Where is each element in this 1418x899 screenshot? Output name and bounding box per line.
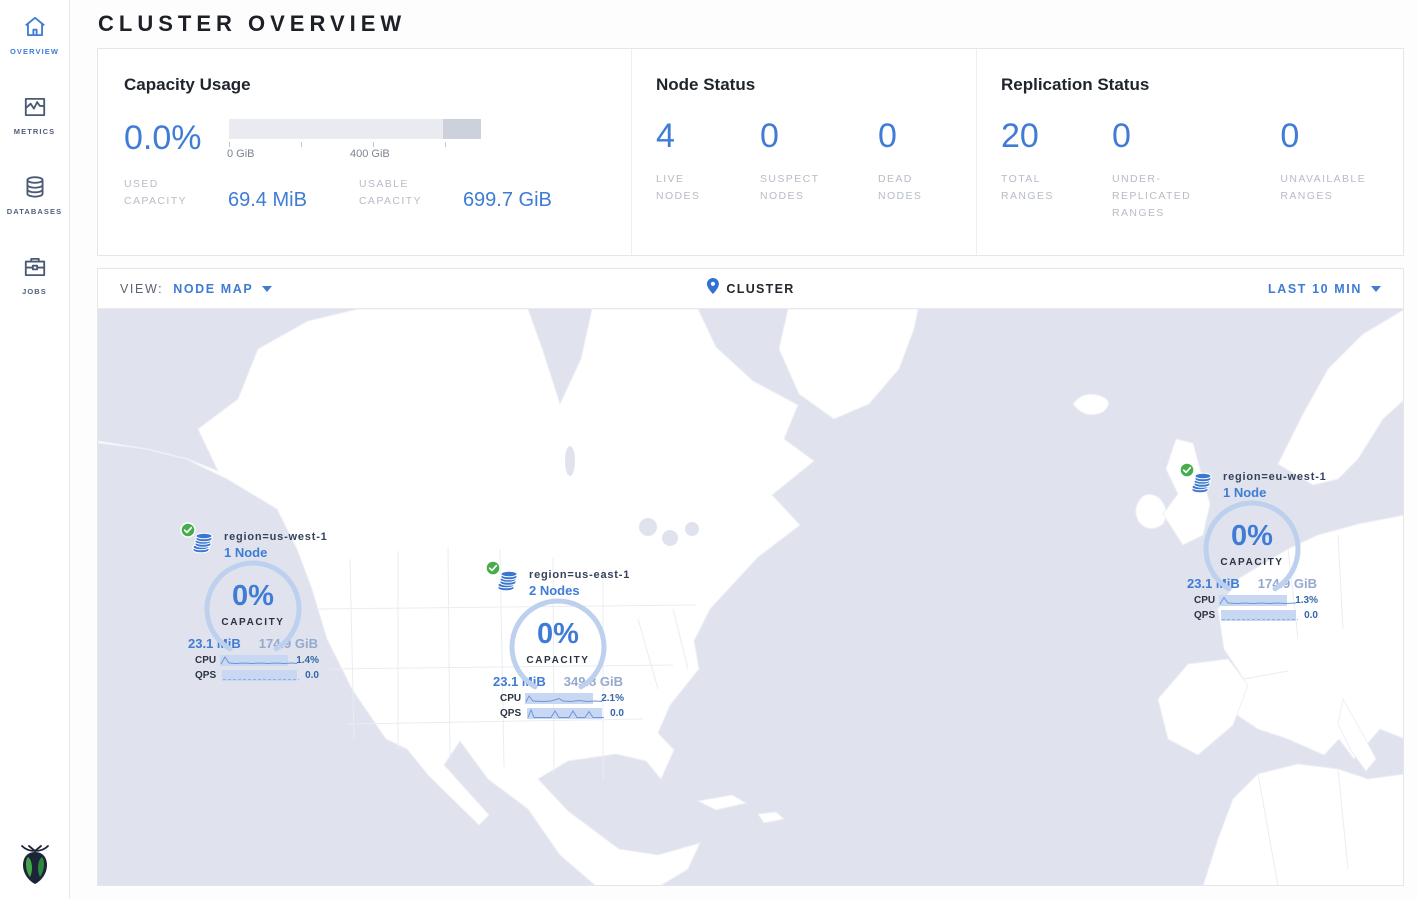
map-node-us-east-1[interactable]: region=us-east-1 2 Nodes 0% CAPACITY 23.… xyxy=(492,569,624,719)
home-icon xyxy=(21,13,49,41)
qps-sparkline xyxy=(1221,610,1296,621)
qps-sparkline xyxy=(222,670,297,681)
capacity-usage-section: Capacity Usage 0.0% 0 GiB 400 GiB xyxy=(98,49,631,255)
cpu-sparkline xyxy=(1219,595,1288,606)
qps-metric-row: QPS 0.0 xyxy=(500,708,624,719)
map-node-eu-west-1[interactable]: region=eu-west-1 1 Node 0% CAPACITY 23.1… xyxy=(1186,471,1318,621)
node-region-label: region=eu-west-1 xyxy=(1223,471,1327,483)
node-database-icon xyxy=(494,569,522,597)
used-capacity-value: 69.4 MiB xyxy=(228,189,307,212)
capacity-bar: 0 GiB 400 GiB xyxy=(229,119,481,162)
location-pin-icon xyxy=(706,278,718,299)
node-status-title: Node Status xyxy=(656,75,950,95)
metrics-chart-icon xyxy=(21,93,49,121)
node-healthy-check-icon xyxy=(1179,462,1195,483)
sidebar-item-jobs[interactable]: JOBS xyxy=(0,240,69,306)
capacity-gauge: 0% CAPACITY xyxy=(1200,497,1304,593)
cpu-sparkline xyxy=(525,693,594,704)
node-database-icon xyxy=(1188,471,1216,499)
node-healthy-check-icon xyxy=(485,560,501,581)
time-range-selector[interactable]: LAST 10 MIN xyxy=(1268,282,1381,296)
cpu-value: 1.4% xyxy=(296,655,319,666)
sidebar-item-label: JOBS xyxy=(22,287,47,296)
gauge-capacity-label: CAPACITY xyxy=(201,617,305,628)
dead-nodes-stat: 0 DEAD NODES xyxy=(878,119,950,205)
under-replicated-ranges-stat: 0 UNDER-REPLICATED RANGES xyxy=(1112,119,1236,221)
gauge-percent: 0% xyxy=(201,580,305,613)
used-capacity-label: USED CAPACITY xyxy=(124,176,216,210)
sidebar-item-databases[interactable]: DATABASES xyxy=(0,160,69,226)
qps-metric-row: QPS 0.0 xyxy=(1194,610,1318,621)
sidebar-item-metrics[interactable]: METRICS xyxy=(0,80,69,146)
node-region-label: region=us-east-1 xyxy=(529,569,630,581)
world-map[interactable]: region=us-west-1 1 Node 0% CAPACITY 23.1… xyxy=(98,309,1403,885)
cpu-value: 1.3% xyxy=(1295,595,1318,606)
cpu-value: 2.1% xyxy=(601,693,624,704)
capacity-usage-title: Capacity Usage xyxy=(124,75,605,95)
qps-value: 0.0 xyxy=(305,670,319,681)
chevron-down-icon xyxy=(1371,286,1381,292)
sidebar-item-label: OVERVIEW xyxy=(10,47,59,56)
qps-metric-row: QPS 0.0 xyxy=(195,670,319,681)
gauge-percent: 0% xyxy=(506,618,610,651)
sidebar-item-overview[interactable]: OVERVIEW xyxy=(0,0,69,66)
chevron-down-icon xyxy=(262,286,272,292)
capacity-gauge: 0% CAPACITY xyxy=(201,557,305,653)
capacity-tick-label-0: 0 GiB xyxy=(227,148,255,160)
capacity-bar-reserved-segment xyxy=(443,119,481,139)
usable-capacity-label: USABLE CAPACITY xyxy=(359,176,451,210)
capacity-gauge: 0% CAPACITY xyxy=(506,595,610,691)
cpu-sparkline xyxy=(220,655,289,666)
node-region-label: region=us-west-1 xyxy=(224,531,328,543)
gauge-capacity-label: CAPACITY xyxy=(506,655,610,666)
breadcrumb-cluster: CLUSTER xyxy=(726,282,794,296)
qps-sparkline xyxy=(527,708,602,719)
node-database-icon xyxy=(189,531,217,559)
node-map-card: VIEW: NODE MAP CLUSTER LAST 10 MIN xyxy=(97,268,1404,886)
map-view-bar: VIEW: NODE MAP CLUSTER LAST 10 MIN xyxy=(98,269,1403,309)
node-status-section: Node Status 4 LIVE NODES 0 SUSPECT NODES… xyxy=(631,49,976,255)
replication-status-title: Replication Status xyxy=(1001,75,1377,95)
view-value: NODE MAP xyxy=(173,282,253,296)
sidebar-item-label: DATABASES xyxy=(7,207,62,216)
live-nodes-stat: 4 LIVE NODES xyxy=(656,119,728,205)
sidebar: OVERVIEW METRICS DATABASES xyxy=(0,0,70,899)
view-label: VIEW: xyxy=(120,282,163,296)
cpu-metric-row: CPU 2.1% xyxy=(500,693,624,704)
capacity-tick-label-400: 400 GiB xyxy=(350,148,390,160)
total-ranges-stat: 20 TOTAL RANGES xyxy=(1001,119,1080,221)
capacity-bar-ticks xyxy=(229,139,481,148)
capacity-used-percent: 0.0% xyxy=(124,119,229,155)
qps-value: 0.0 xyxy=(610,708,624,719)
time-range-value: LAST 10 MIN xyxy=(1268,282,1362,296)
gauge-percent: 0% xyxy=(1200,520,1304,553)
cpu-metric-row: CPU 1.3% xyxy=(1194,595,1318,606)
cluster-overview-page: OVERVIEW METRICS DATABASES xyxy=(0,0,1418,899)
cpu-metric-row: CPU 1.4% xyxy=(195,655,319,666)
cockroachdb-logo[interactable] xyxy=(16,840,54,891)
sidebar-item-label: METRICS xyxy=(14,127,55,136)
map-node-us-west-1[interactable]: region=us-west-1 1 Node 0% CAPACITY 23.1… xyxy=(187,531,319,681)
main-content: CLUSTER OVERVIEW Capacity Usage 0.0% 0 G… xyxy=(70,0,1418,899)
cluster-summary-card: Capacity Usage 0.0% 0 GiB 400 GiB xyxy=(97,48,1404,256)
briefcase-icon xyxy=(21,253,49,281)
suspect-nodes-stat: 0 SUSPECT NODES xyxy=(760,119,846,205)
node-healthy-check-icon xyxy=(180,522,196,543)
gauge-capacity-label: CAPACITY xyxy=(1200,557,1304,568)
view-selector[interactable]: VIEW: NODE MAP xyxy=(120,282,272,296)
replication-status-section: Replication Status 20 TOTAL RANGES 0 UND… xyxy=(976,49,1403,255)
qps-value: 0.0 xyxy=(1304,610,1318,621)
usable-capacity-value: 699.7 GiB xyxy=(463,189,552,212)
database-icon xyxy=(21,173,49,201)
unavailable-ranges-stat: 0 UNAVAILABLE RANGES xyxy=(1280,119,1377,221)
page-title: CLUSTER OVERVIEW xyxy=(97,0,1404,48)
breadcrumb: CLUSTER xyxy=(706,278,794,299)
